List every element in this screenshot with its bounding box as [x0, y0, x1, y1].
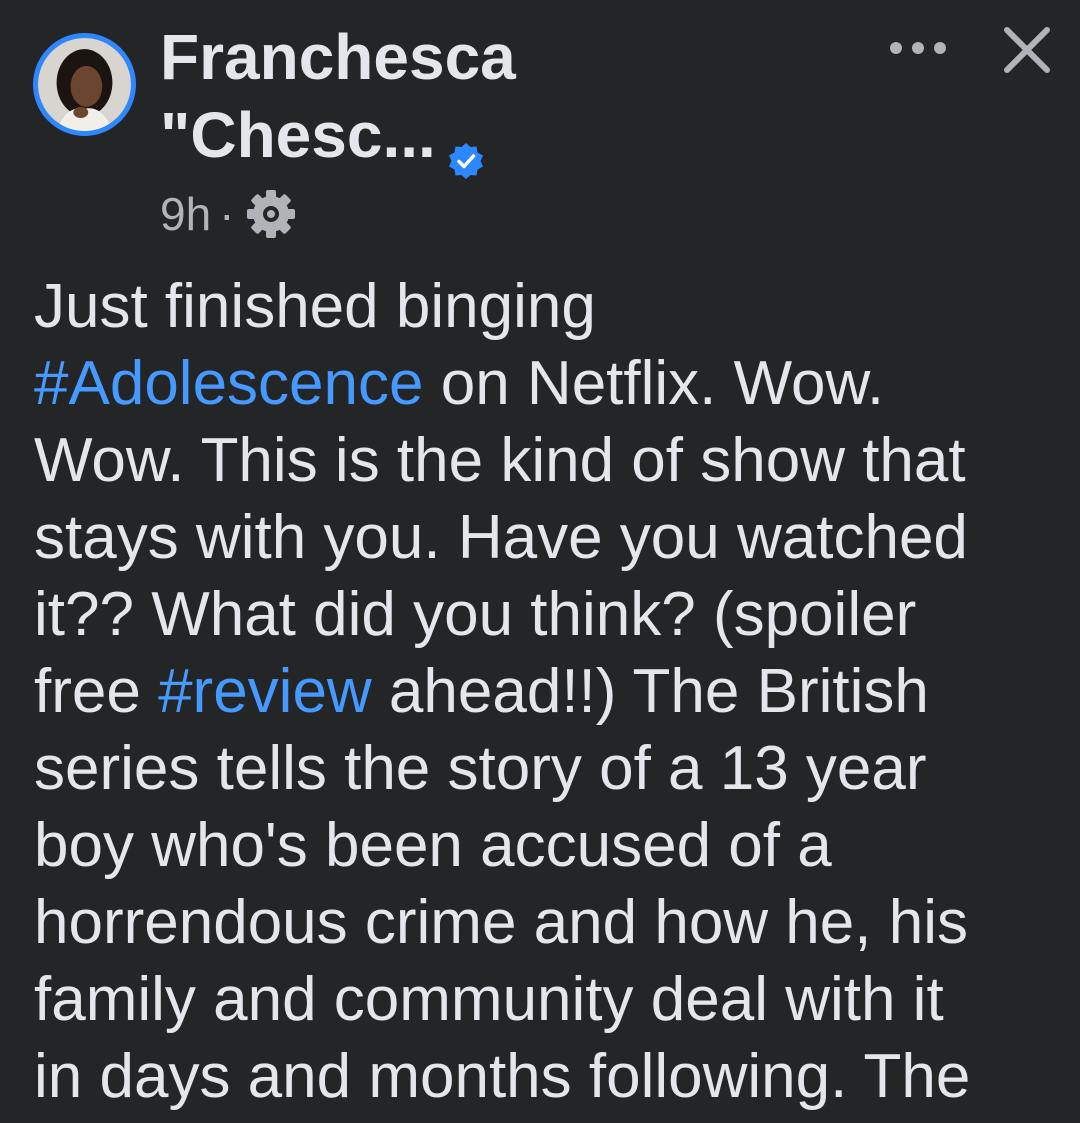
author-name-line2-row: "Chesc... — [160, 96, 580, 179]
close-button[interactable] — [995, 18, 1059, 82]
more-options-icon — [888, 40, 948, 61]
gear-icon[interactable] — [243, 186, 299, 242]
post-text-segment: series tells the story of a 13 year — [34, 734, 927, 803]
close-icon — [995, 27, 1059, 86]
author-name-line2: "Chesc... — [160, 99, 436, 171]
post-text-segment: it?? What did you think? (spoiler — [34, 580, 917, 649]
post-text-segment: stays with you. Have you watched — [34, 503, 968, 572]
verified-badge-icon — [446, 120, 486, 179]
post-body-line: boy who's been accused of a — [34, 807, 1064, 884]
post-body-line: series tells the story of a 13 year — [34, 730, 1064, 807]
author-name-line1: Franchesca — [160, 21, 516, 93]
post-body-line: in days and months following. The — [34, 1038, 1064, 1115]
meta-separator: · — [219, 188, 235, 240]
post-body-line: family and community deal with it — [34, 961, 1064, 1038]
post-body-line: free #review ahead!!) The British — [34, 653, 1064, 730]
timestamp[interactable]: 9h — [160, 187, 211, 241]
post-text-segment: on Netflix. Wow. — [423, 349, 885, 418]
post-body-line: it?? What did you think? (spoiler — [34, 576, 1064, 653]
post-text-segment: Just finished binging — [34, 272, 596, 341]
hashtag-link[interactable]: #review — [158, 657, 372, 726]
post-text-segment: ahead!!) The British — [371, 657, 929, 726]
post-text-segment: family and community deal with it — [34, 965, 944, 1034]
author-name[interactable]: Franchesca "Chesc... — [160, 18, 580, 179]
post-meta: 9h · — [160, 186, 299, 242]
post-body-line: #Adolescence on Netflix. Wow. — [34, 345, 1064, 422]
hashtag-link[interactable]: #Adolescence — [34, 349, 424, 418]
post-body-line: Wow. This is the kind of show that — [34, 422, 1064, 499]
post-body-line: Just finished binging — [34, 268, 1064, 345]
more-options-button[interactable] — [880, 22, 956, 78]
post-body: Just finished binging #Adolescence on Net… — [34, 268, 1064, 1115]
post-text-segment: boy who's been accused of a — [34, 811, 832, 880]
post-text-segment: horrendous crime and how he, his — [34, 888, 968, 957]
post-text-segment: Wow. This is the kind of show that — [34, 426, 966, 495]
post-body-line: horrendous crime and how he, his — [34, 884, 1064, 961]
post-text-segment: in days and months following. The — [34, 1042, 971, 1111]
post-body-line: stays with you. Have you watched — [34, 499, 1064, 576]
author-avatar[interactable] — [33, 33, 136, 136]
avatar-photo — [38, 38, 131, 131]
post-text-segment: free — [34, 657, 159, 726]
